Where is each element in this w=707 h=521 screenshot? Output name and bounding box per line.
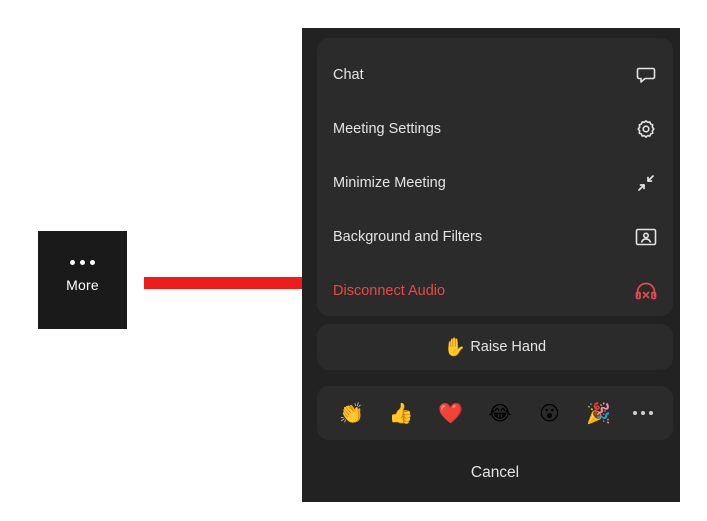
minimize-arrows-icon [635,172,657,194]
reaction-thumbs-up[interactable]: 👍 [386,401,416,426]
reaction-party[interactable]: 🎉 [584,401,614,426]
menu-item-label: Minimize Meeting [333,175,446,191]
menu-item-label: Chat [333,67,364,83]
menu-item-label: Disconnect Audio [333,283,446,299]
reaction-clap[interactable]: 👏 [337,401,367,426]
background-portrait-icon [635,226,657,248]
menu-item-background-and-filters[interactable]: Background and Filters [317,210,673,264]
chat-bubble-icon [635,64,657,86]
raise-hand-button[interactable]: ✋ Raise Hand [317,324,673,370]
cancel-button[interactable]: Cancel [317,453,673,493]
menu-item-minimize-meeting[interactable]: Minimize Meeting [317,156,673,210]
menu-item-meeting-settings[interactable]: Meeting Settings [317,102,673,156]
raised-hand-icon: ✋ [443,336,467,357]
gear-icon [635,118,657,140]
menu-item-chat[interactable]: Chat [317,48,673,102]
more-menu-panel: Chat Meeting Settings Minimize Meeting B… [302,28,680,502]
menu-options-group: Chat Meeting Settings Minimize Meeting B… [317,38,673,316]
ellipsis-icon[interactable] [633,411,654,415]
reaction-joy[interactable]: 😂 [485,401,515,426]
reaction-surprised[interactable]: 😮 [534,401,564,426]
reaction-heart[interactable]: ❤️ [436,401,466,426]
menu-item-label: Meeting Settings [333,121,442,137]
reactions-bar: 👏 👍 ❤️ 😂 😮 🎉 [317,386,673,440]
headphones-disconnect-icon [635,280,657,302]
raise-hand-label: Raise Hand [470,339,547,355]
menu-item-label: Background and Filters [333,229,483,245]
menu-item-disconnect-audio[interactable]: Disconnect Audio [317,264,673,318]
